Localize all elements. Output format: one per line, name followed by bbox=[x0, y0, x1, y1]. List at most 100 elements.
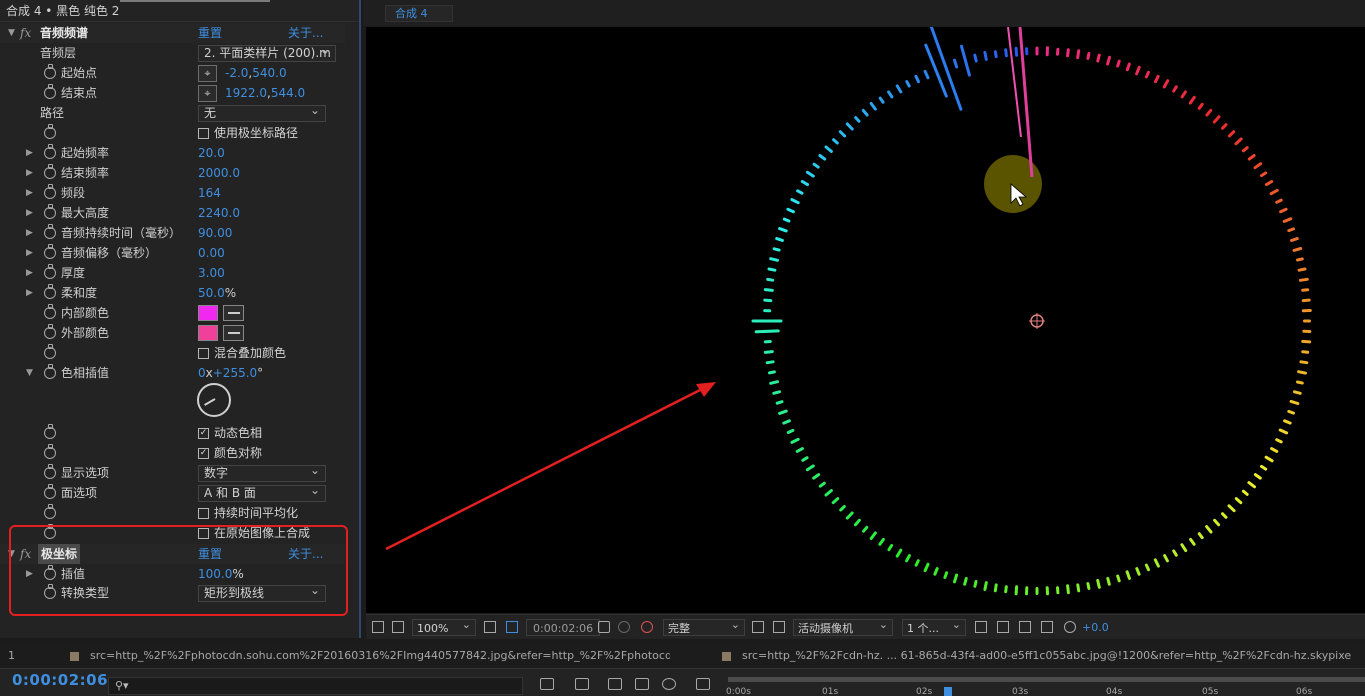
stopwatch-icon[interactable] bbox=[44, 184, 56, 199]
timeline-layer-row[interactable]: 1 src=http_%2F%2Fphotocdn.sohu.com%2F201… bbox=[0, 646, 1365, 668]
composition-canvas[interactable] bbox=[366, 27, 1365, 613]
stopwatch-icon[interactable] bbox=[44, 224, 56, 239]
expand-arrow-icon[interactable]: ▶ bbox=[26, 263, 33, 283]
stopwatch-icon[interactable] bbox=[44, 64, 56, 79]
stopwatch-icon[interactable] bbox=[44, 484, 56, 499]
stopwatch-icon[interactable] bbox=[44, 164, 56, 179]
composite-original-checkbox[interactable] bbox=[198, 528, 209, 539]
color-symmetry-checkbox[interactable]: ✓ bbox=[198, 448, 209, 459]
region-of-interest-icon[interactable] bbox=[372, 621, 384, 633]
duration-avg-checkbox[interactable] bbox=[198, 508, 209, 519]
fx-icon[interactable]: fx bbox=[20, 23, 31, 43]
hue-angle-dial[interactable] bbox=[197, 383, 231, 417]
start-freq-value[interactable]: 20.0 bbox=[198, 143, 225, 163]
color-channels-icon[interactable] bbox=[641, 621, 653, 633]
camera-snapshot-icon[interactable] bbox=[598, 621, 610, 633]
stopwatch-icon[interactable] bbox=[44, 124, 56, 139]
stopwatch-icon[interactable] bbox=[44, 244, 56, 259]
stopwatch-icon[interactable] bbox=[44, 565, 56, 580]
crosshair-icon[interactable]: ⌖ bbox=[198, 65, 217, 82]
layer-color-label[interactable] bbox=[722, 652, 731, 661]
duration-value[interactable]: 90.00 bbox=[198, 223, 232, 243]
expand-arrow-icon[interactable]: ▶ bbox=[26, 243, 33, 263]
max-height-value[interactable]: 2240.0 bbox=[198, 203, 240, 223]
zoom-dropdown[interactable]: 100% bbox=[412, 616, 476, 636]
stopwatch-icon[interactable] bbox=[44, 264, 56, 279]
stopwatch-icon[interactable] bbox=[44, 584, 56, 599]
effect-header-polar-coordinates[interactable]: ▼ fx 极坐标 重置 关于... bbox=[0, 544, 345, 564]
expand-arrow-icon[interactable]: ▶ bbox=[26, 163, 33, 183]
path-dropdown[interactable]: 无 bbox=[198, 103, 326, 122]
expand-arrow-icon[interactable]: ▶ bbox=[26, 564, 33, 584]
time-ruler[interactable]: 0:00s 01s 02s 03s 04s 05s 06s bbox=[726, 669, 1365, 696]
stopwatch-icon[interactable] bbox=[44, 284, 56, 299]
toggle-pixel-aspect-icon[interactable] bbox=[975, 621, 987, 633]
use-polar-checkbox[interactable] bbox=[198, 128, 209, 139]
layer-color-label[interactable] bbox=[70, 652, 79, 661]
resolution-dropdown[interactable]: 完整 bbox=[663, 616, 745, 636]
expand-arrow-icon[interactable]: ▶ bbox=[26, 283, 33, 303]
current-timecode[interactable]: 0:00:02:06 bbox=[12, 671, 108, 689]
dynamic-hue-checkbox[interactable]: ✓ bbox=[198, 428, 209, 439]
exposure-value[interactable]: +0.0 bbox=[1082, 619, 1109, 636]
motion-blur-icon[interactable] bbox=[662, 678, 676, 690]
blend-checkbox[interactable] bbox=[198, 348, 209, 359]
stopwatch-icon[interactable] bbox=[44, 524, 56, 539]
thickness-value[interactable]: 3.00 bbox=[198, 263, 225, 283]
composition-flowchart-icon[interactable] bbox=[540, 678, 554, 690]
stopwatch-icon[interactable] bbox=[44, 324, 56, 339]
expand-arrow-icon[interactable]: ▶ bbox=[26, 183, 33, 203]
about-link[interactable]: 关于... bbox=[288, 544, 323, 564]
layer-search-input[interactable]: ⚲▾ bbox=[108, 677, 523, 695]
mask-visibility-icon[interactable] bbox=[506, 621, 518, 633]
expand-arrow-icon[interactable]: ▶ bbox=[26, 223, 33, 243]
stopwatch-icon[interactable] bbox=[44, 204, 56, 219]
monitor-icon[interactable] bbox=[392, 621, 404, 633]
eyedropper-icon[interactable] bbox=[223, 305, 244, 321]
transparency-grid-icon[interactable] bbox=[752, 621, 764, 633]
eyedropper-icon[interactable] bbox=[223, 325, 244, 341]
shy-layers-icon[interactable] bbox=[608, 678, 622, 690]
draft-3d-icon[interactable] bbox=[575, 678, 589, 690]
end-point-value[interactable]: 1922.0,544.0 bbox=[225, 83, 305, 103]
stopwatch-icon[interactable] bbox=[44, 364, 56, 379]
viewer-timecode[interactable]: 0:00:02:06 bbox=[526, 619, 601, 636]
stopwatch-icon[interactable] bbox=[44, 84, 56, 99]
about-link[interactable]: 关于... bbox=[288, 23, 323, 43]
conversion-type-dropdown[interactable]: 矩形到极线 bbox=[198, 583, 326, 602]
stopwatch-icon[interactable] bbox=[44, 424, 56, 439]
display-options-dropdown[interactable]: 数字 bbox=[198, 463, 326, 482]
stopwatch-icon[interactable] bbox=[44, 144, 56, 159]
show-snapshot-icon[interactable] bbox=[618, 621, 630, 633]
audio-layer-dropdown[interactable]: 2. 平面类样片 (200).m bbox=[198, 43, 336, 62]
checkerboard-icon[interactable] bbox=[773, 621, 785, 633]
collapse-arrow-icon[interactable]: ▼ bbox=[26, 363, 33, 383]
expand-arrow-icon[interactable]: ▶ bbox=[26, 143, 33, 163]
fx-icon[interactable]: fx bbox=[20, 544, 31, 564]
flowchart-icon[interactable] bbox=[1041, 621, 1053, 633]
collapse-arrow-icon[interactable]: ▼ bbox=[8, 544, 15, 564]
bands-value[interactable]: 164 bbox=[198, 183, 221, 203]
camera-dropdown[interactable]: 活动摄像机 bbox=[793, 616, 893, 636]
inner-color-swatch[interactable] bbox=[198, 305, 218, 321]
collapse-arrow-icon[interactable]: ▼ bbox=[8, 23, 15, 43]
frame-blending-icon[interactable] bbox=[635, 678, 649, 690]
reset-link[interactable]: 重置 bbox=[198, 544, 222, 564]
stopwatch-icon[interactable] bbox=[44, 464, 56, 479]
playhead[interactable] bbox=[944, 687, 952, 696]
fast-preview-icon[interactable] bbox=[997, 621, 1009, 633]
outer-color-swatch[interactable] bbox=[198, 325, 218, 341]
stopwatch-icon[interactable] bbox=[44, 504, 56, 519]
crosshair-icon[interactable]: ⌖ bbox=[198, 85, 217, 102]
effect-header-audio-spectrum[interactable]: ▼ fx 音频频谱 重置 关于... bbox=[0, 23, 345, 43]
graph-editor-icon[interactable] bbox=[696, 678, 710, 690]
timeline-icon[interactable] bbox=[1019, 621, 1031, 633]
reset-exposure-icon[interactable] bbox=[1064, 621, 1076, 633]
work-area-bar[interactable] bbox=[728, 677, 1365, 682]
hue-value[interactable]: 0x+255.0° bbox=[198, 363, 263, 383]
stopwatch-icon[interactable] bbox=[44, 444, 56, 459]
stopwatch-icon[interactable] bbox=[44, 304, 56, 319]
stopwatch-icon[interactable] bbox=[44, 344, 56, 359]
side-options-dropdown[interactable]: A 和 B 面 bbox=[198, 483, 326, 502]
views-dropdown[interactable]: 1 个... bbox=[902, 616, 966, 636]
